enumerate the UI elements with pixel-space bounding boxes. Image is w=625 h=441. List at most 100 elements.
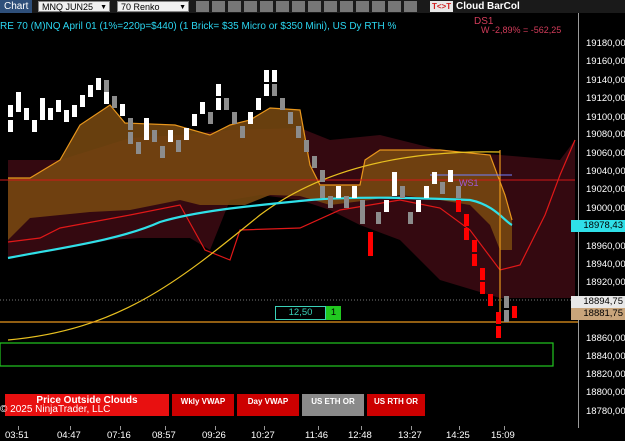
renko-brick [320,186,325,198]
renko-brick [480,282,485,294]
renko-brick [376,212,381,224]
renko-brick [488,294,493,306]
time-label: 15:09 [491,430,515,441]
renko-brick [40,98,45,110]
time-tick [318,426,319,430]
time-tick [361,426,362,430]
renko-brick [280,98,285,110]
renko-brick [360,212,365,224]
renko-brick [472,240,477,252]
renko-brick [136,142,141,154]
price-label: 19160,00 [586,56,625,67]
renko-brick [144,118,149,130]
renko-brick [64,110,69,122]
time-label: 12:48 [348,430,372,441]
renko-brick [320,170,325,182]
renko-brick [384,200,389,212]
renko-brick [504,296,509,308]
renko-brick [328,196,333,208]
time-tick [215,426,216,430]
renko-brick [24,108,29,120]
time-tick [504,426,505,430]
chart-title: RE 70 (M)NQ April 01 (1%=220p=$440) (1 B… [0,21,397,32]
price-label: 18820,00 [586,369,625,380]
renko-brick [272,84,277,96]
renko-brick [392,184,397,196]
price-marker-tag: 18881,75 [571,308,625,320]
renko-brick [360,200,365,212]
time-label: 08:57 [152,430,176,441]
renko-brick [408,212,413,224]
wkly-vwap-button[interactable]: Wkly VWAP [172,394,234,416]
renko-brick [48,108,53,120]
order-qty-box[interactable]: 1 [326,306,341,320]
renko-brick [104,80,109,92]
renko-brick [440,182,445,194]
renko-brick [232,112,237,124]
renko-brick [264,70,269,82]
time-label: 14:25 [446,430,470,441]
copyright-text: © 2025 NinjaTrader, LLC [0,404,111,415]
price-label: 19040,00 [586,166,625,177]
renko-brick [176,140,181,152]
time-tick [120,426,121,430]
price-label: 18860,00 [586,333,625,344]
time-label: 13:27 [398,430,422,441]
time-label: 07:16 [107,430,131,441]
renko-brick [464,214,469,226]
renko-brick [496,312,501,324]
price-label: 19180,00 [586,38,625,49]
renko-brick [456,200,461,212]
time-tick [70,426,71,430]
renko-brick [344,196,349,208]
renko-brick [128,118,133,130]
renko-brick [168,130,173,142]
renko-brick [368,244,373,256]
ds-value: W -2,89% = -562,25 [481,25,562,35]
renko-brick [312,156,317,168]
renko-brick [8,120,13,132]
renko-brick [112,96,117,108]
renko-brick [200,102,205,114]
renko-chart[interactable]: WS1 [0,0,625,440]
price-label: 18920,00 [586,277,625,288]
renko-brick [88,85,93,97]
renko-brick [120,104,125,116]
price-label: 18960,00 [586,241,625,252]
renko-brick [472,254,477,266]
renko-brick [304,140,309,152]
renko-brick [224,98,229,110]
time-tick [459,426,460,430]
order-price-box[interactable]: 12,50 [275,306,326,320]
renko-brick [152,130,157,142]
renko-brick [80,95,85,107]
renko-brick [288,112,293,124]
us-eth-or-button[interactable]: US ETH OR [302,394,364,416]
renko-brick [56,100,61,112]
time-tick [18,426,19,430]
price-label: 19100,00 [586,112,625,123]
renko-brick [160,146,165,158]
time-tick [165,426,166,430]
renko-brick [184,128,189,140]
renko-brick [392,172,397,184]
price-label: 19140,00 [586,75,625,86]
day-vwap-button[interactable]: Day VWAP [237,394,299,416]
renko-brick [424,186,429,198]
renko-brick [104,92,109,104]
renko-brick [504,310,509,322]
renko-brick [128,132,133,144]
renko-brick [216,84,221,96]
price-label: 19120,00 [586,93,625,104]
us-rth-or-button[interactable]: US RTH OR [367,394,425,416]
renko-brick [352,186,357,198]
price-label: 19060,00 [586,148,625,159]
time-label: 10:27 [251,430,275,441]
renko-brick [296,126,301,138]
renko-brick [272,70,277,82]
renko-brick [464,228,469,240]
renko-brick [456,186,461,198]
price-marker-tag: 18894,75 [571,296,625,308]
renko-brick [400,186,405,198]
wsi-label: WS1 [459,178,479,188]
